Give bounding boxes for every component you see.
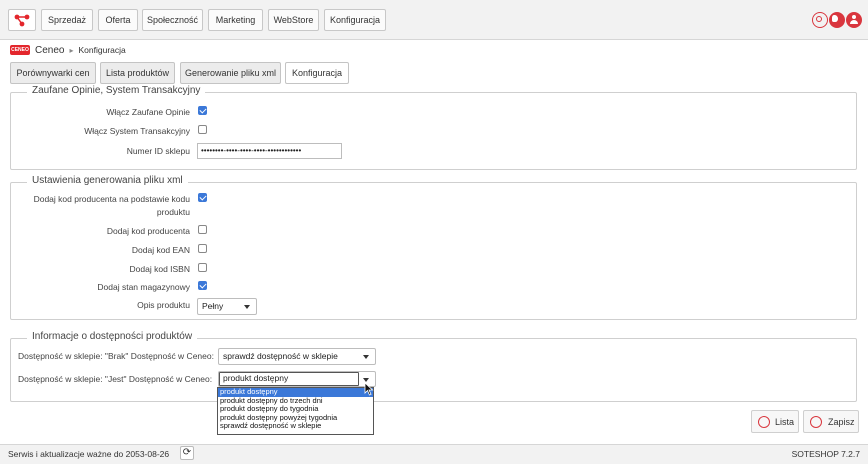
label-system-transakcyjny: Włącz System Transakcyjny: [84, 126, 190, 136]
dropdown-option[interactable]: sprawdź dostępność w sklepie: [218, 422, 373, 431]
checkbox-system-transakcyjny[interactable]: [198, 125, 207, 134]
label-shop-id: Numer ID sklepu: [126, 146, 190, 156]
nav-webstore[interactable]: WebStore: [268, 9, 319, 31]
save-button[interactable]: Zapisz: [803, 410, 859, 433]
checkbox-ean[interactable]: [198, 244, 207, 253]
chevron-down-icon: [363, 355, 369, 359]
breadcrumb-section: Konfiguracja: [78, 45, 126, 55]
tab-konfiguracja[interactable]: Konfiguracja: [285, 62, 349, 84]
label-brak: Dostępność w sklepie: "Brak" Dostępność …: [18, 351, 214, 361]
breadcrumb-separator-icon: ▸: [69, 45, 74, 55]
checkbox-kod-producenta[interactable]: [198, 225, 207, 234]
nav-sprzedaz[interactable]: Sprzedaż: [41, 9, 93, 31]
chevron-down-icon: [244, 305, 250, 309]
label-ean: Dodaj kod EAN: [131, 245, 190, 255]
label-zaufane-opinie: Włącz Zaufane Opinie: [106, 107, 190, 117]
checkbox-kod-podstawie[interactable]: [198, 193, 207, 202]
mouse-cursor-icon: [364, 382, 374, 396]
checkbox-zaufane-opinie[interactable]: [198, 106, 207, 115]
save-button-label: Zapisz: [828, 417, 855, 427]
label-kod-podstawie-line2: produktu: [156, 207, 190, 217]
checkbox-stan[interactable]: [198, 281, 207, 290]
jest-dropdown-list: produkt dostępny produkt dostępny do trz…: [217, 387, 374, 435]
shop-id-input[interactable]: ••••••••-••••-••••-••••-••••••••••••: [197, 143, 342, 159]
tab-generowanie[interactable]: Generowanie pliku xml: [180, 62, 281, 84]
list-icon: [758, 416, 770, 428]
tab-lista-produktow[interactable]: Lista produktów: [100, 62, 175, 84]
section-title-dostepnosc: Informacje o dostępności produktów: [27, 331, 198, 342]
list-button-label: Lista: [775, 417, 795, 427]
fieldset-dostepnosc: [10, 338, 857, 402]
breadcrumb-app[interactable]: Ceneo: [35, 45, 64, 56]
jest-select-value: produkt dostępny: [223, 373, 289, 383]
tab-porownywarki[interactable]: Porównywarki cen: [10, 62, 96, 84]
globe-icon[interactable]: [829, 12, 845, 28]
opis-select[interactable]: Pełny: [197, 298, 257, 315]
check-icon: [810, 416, 822, 428]
ceneo-logo: CENEO: [10, 45, 30, 55]
label-stan: Dodaj stan magazynowy: [97, 282, 190, 292]
version-text: SOTESHOP 7.2.7: [791, 449, 860, 459]
nav-spolecznosc[interactable]: Społeczność: [142, 9, 203, 31]
checkbox-isbn[interactable]: [198, 263, 207, 272]
user-icon[interactable]: [846, 12, 862, 28]
refresh-icon[interactable]: ⟳: [180, 446, 194, 460]
opis-select-value: Pełny: [202, 301, 224, 311]
label-jest: Dostępność w sklepie: "Jest" Dostępność …: [18, 374, 213, 384]
label-kod-producenta: Dodaj kod producenta: [106, 226, 190, 236]
breadcrumb: CENEO Ceneo ▸ Konfiguracja: [10, 43, 126, 57]
nav-konfiguracja[interactable]: Konfiguracja: [324, 9, 386, 31]
list-button[interactable]: Lista: [751, 410, 799, 433]
nav-oferta[interactable]: Oferta: [98, 9, 138, 31]
app-logo-icon: [14, 14, 30, 27]
section-title-xml: Ustawienia generowania pliku xml: [27, 175, 188, 186]
app-logo-button[interactable]: [8, 9, 36, 31]
support-expiry-text: Serwis i aktualizacje ważne do 2053-08-2…: [8, 449, 170, 459]
search-icon[interactable]: [812, 12, 828, 28]
brak-select[interactable]: sprawdź dostępność w sklepie: [218, 348, 376, 365]
label-isbn: Dodaj kod ISBN: [129, 264, 190, 274]
label-kod-podstawie-line1: Dodaj kod producenta na podstawie kodu: [33, 194, 190, 204]
jest-select[interactable]: produkt dostępny: [218, 371, 376, 387]
label-opis: Opis produktu: [137, 300, 190, 310]
section-title-zaufane: Zaufane Opinie, System Transakcyjny: [27, 85, 206, 96]
nav-marketing[interactable]: Marketing: [208, 9, 263, 31]
brak-select-value: sprawdź dostępność w sklepie: [223, 351, 338, 361]
